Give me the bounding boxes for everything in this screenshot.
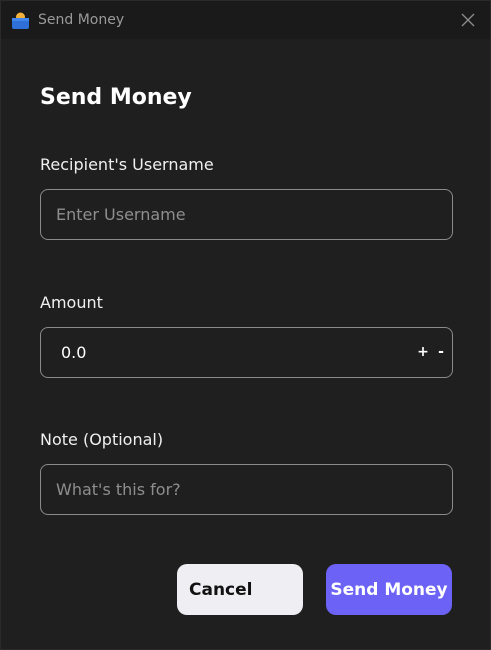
dialog-heading: Send Money [40,85,192,110]
send-money-dialog: Send Money Send Money Recipient's Userna… [0,0,491,650]
close-button[interactable] [458,10,478,30]
decrement-button[interactable]: - [436,341,446,363]
quantity-stepper: + - [417,341,446,363]
recipient-field[interactable] [40,189,453,240]
note-field[interactable] [40,464,453,515]
amount-value[interactable]: 0.0 [61,343,86,363]
increment-button[interactable]: + [417,341,429,363]
note-input[interactable] [41,480,452,499]
recipient-input[interactable] [41,205,452,224]
title-bar: Send Money [1,1,490,39]
close-icon [461,13,475,27]
amount-label: Amount [40,293,103,312]
note-label: Note (Optional) [40,430,164,449]
window-title: Send Money [38,12,125,28]
amount-field[interactable]: 0.0 + - [40,327,453,378]
cancel-button[interactable]: Cancel [177,564,303,615]
wallet-icon [11,11,30,30]
recipient-label: Recipient's Username [40,155,214,174]
send-money-button[interactable]: Send Money [326,564,452,615]
